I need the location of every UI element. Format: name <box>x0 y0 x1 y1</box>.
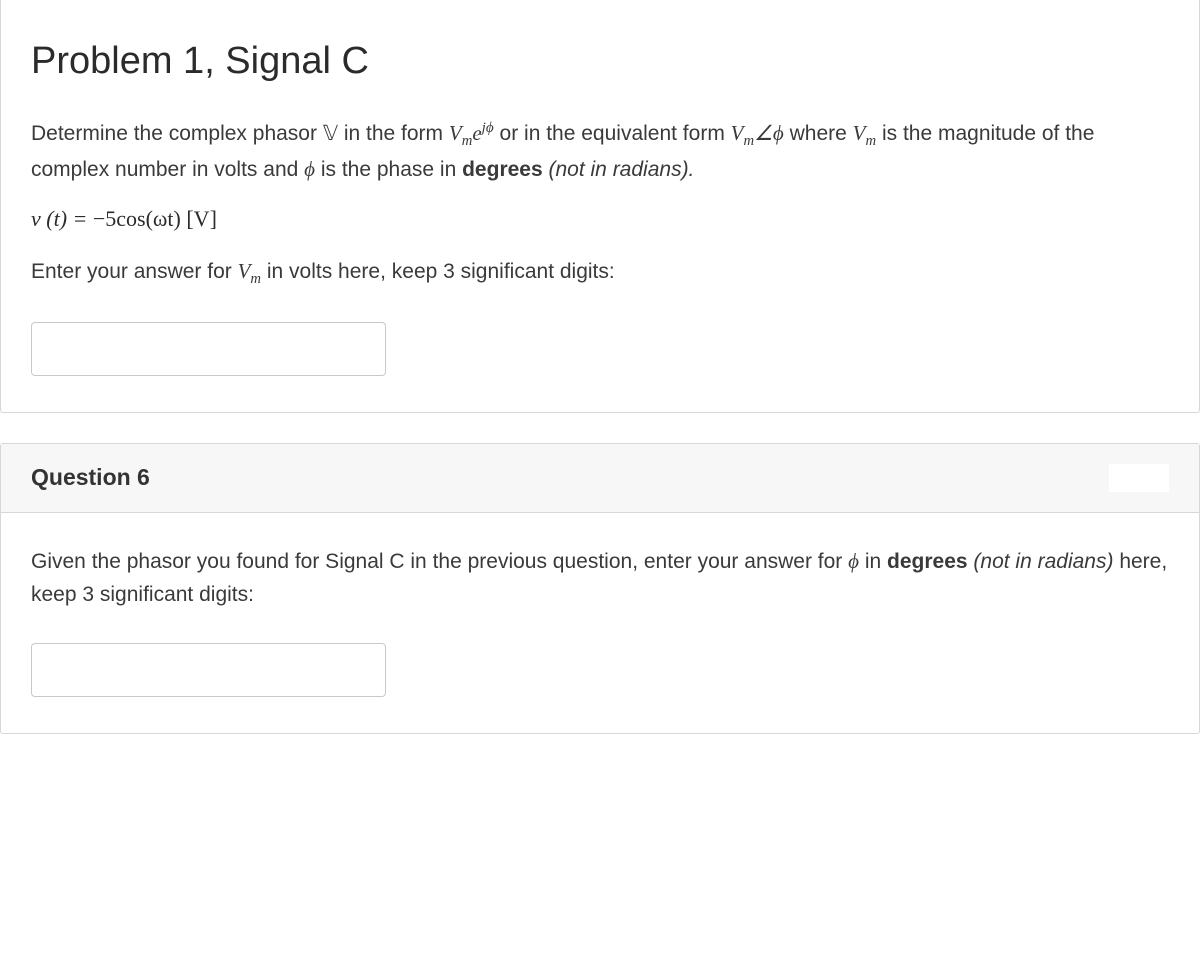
question-6-points-box <box>1109 464 1169 492</box>
question-5-body: Problem 1, Signal C Determine the comple… <box>1 0 1199 412</box>
symbol-phi-q6: ϕ <box>848 549 859 573</box>
question-6-card: Question 6 Given the phasor you found fo… <box>0 443 1200 734</box>
intro-text-a: Determine the complex phasor <box>31 122 323 145</box>
intro-text-b: in the form <box>338 122 449 145</box>
symbol-Vm-angle-phi: Vm∠ϕ <box>731 121 784 145</box>
not-radians-note-q6: (not in radians) <box>968 550 1114 573</box>
question-6-title: Question 6 <box>31 460 150 496</box>
intro-text-c: or in the equivalent form <box>494 122 731 145</box>
answer-input-vm[interactable] <box>31 322 386 376</box>
degrees-keyword: degrees <box>462 158 543 181</box>
symbol-Vm-ejphi: Vmejϕ <box>449 121 494 145</box>
intro-text-d: where <box>784 122 853 145</box>
symbol-Vm: Vm <box>853 121 876 145</box>
question-6-header: Question 6 <box>1 444 1199 513</box>
problem-intro: Determine the complex phasor 𝕍 in the fo… <box>31 117 1169 187</box>
equation-rhs: −5cos(ωt) [V] <box>93 206 217 231</box>
degrees-keyword-q6: degrees <box>887 550 968 573</box>
prompt-text-a: Enter your answer for <box>31 260 238 283</box>
question-6-body: Given the phasor you found for Signal C … <box>1 513 1199 733</box>
symbol-phi: ϕ <box>304 157 315 181</box>
problem-title: Problem 1, Signal C <box>31 32 1169 91</box>
q6-prompt-b: in <box>859 550 887 573</box>
question-5-card: Problem 1, Signal C Determine the comple… <box>0 0 1200 413</box>
symbol-double-struck-V: 𝕍 <box>323 121 338 145</box>
q6-prompt-a: Given the phasor you found for Signal C … <box>31 550 848 573</box>
answer-prompt-q6: Given the phasor you found for Signal C … <box>31 545 1169 611</box>
answer-input-phi[interactable] <box>31 643 386 697</box>
answer-prompt-q5: Enter your answer for Vm in volts here, … <box>31 255 1169 291</box>
not-radians-note: (not in radians). <box>543 158 695 181</box>
prompt-text-b: in volts here, keep 3 significant digits… <box>261 260 615 283</box>
symbol-Vm-prompt: Vm <box>238 259 261 283</box>
equation-line: v (t) = −5cos(ωt) [V] <box>31 202 1169 236</box>
intro-text-f: is the phase in <box>315 158 462 181</box>
equation-lhs: v (t) = <box>31 206 93 231</box>
